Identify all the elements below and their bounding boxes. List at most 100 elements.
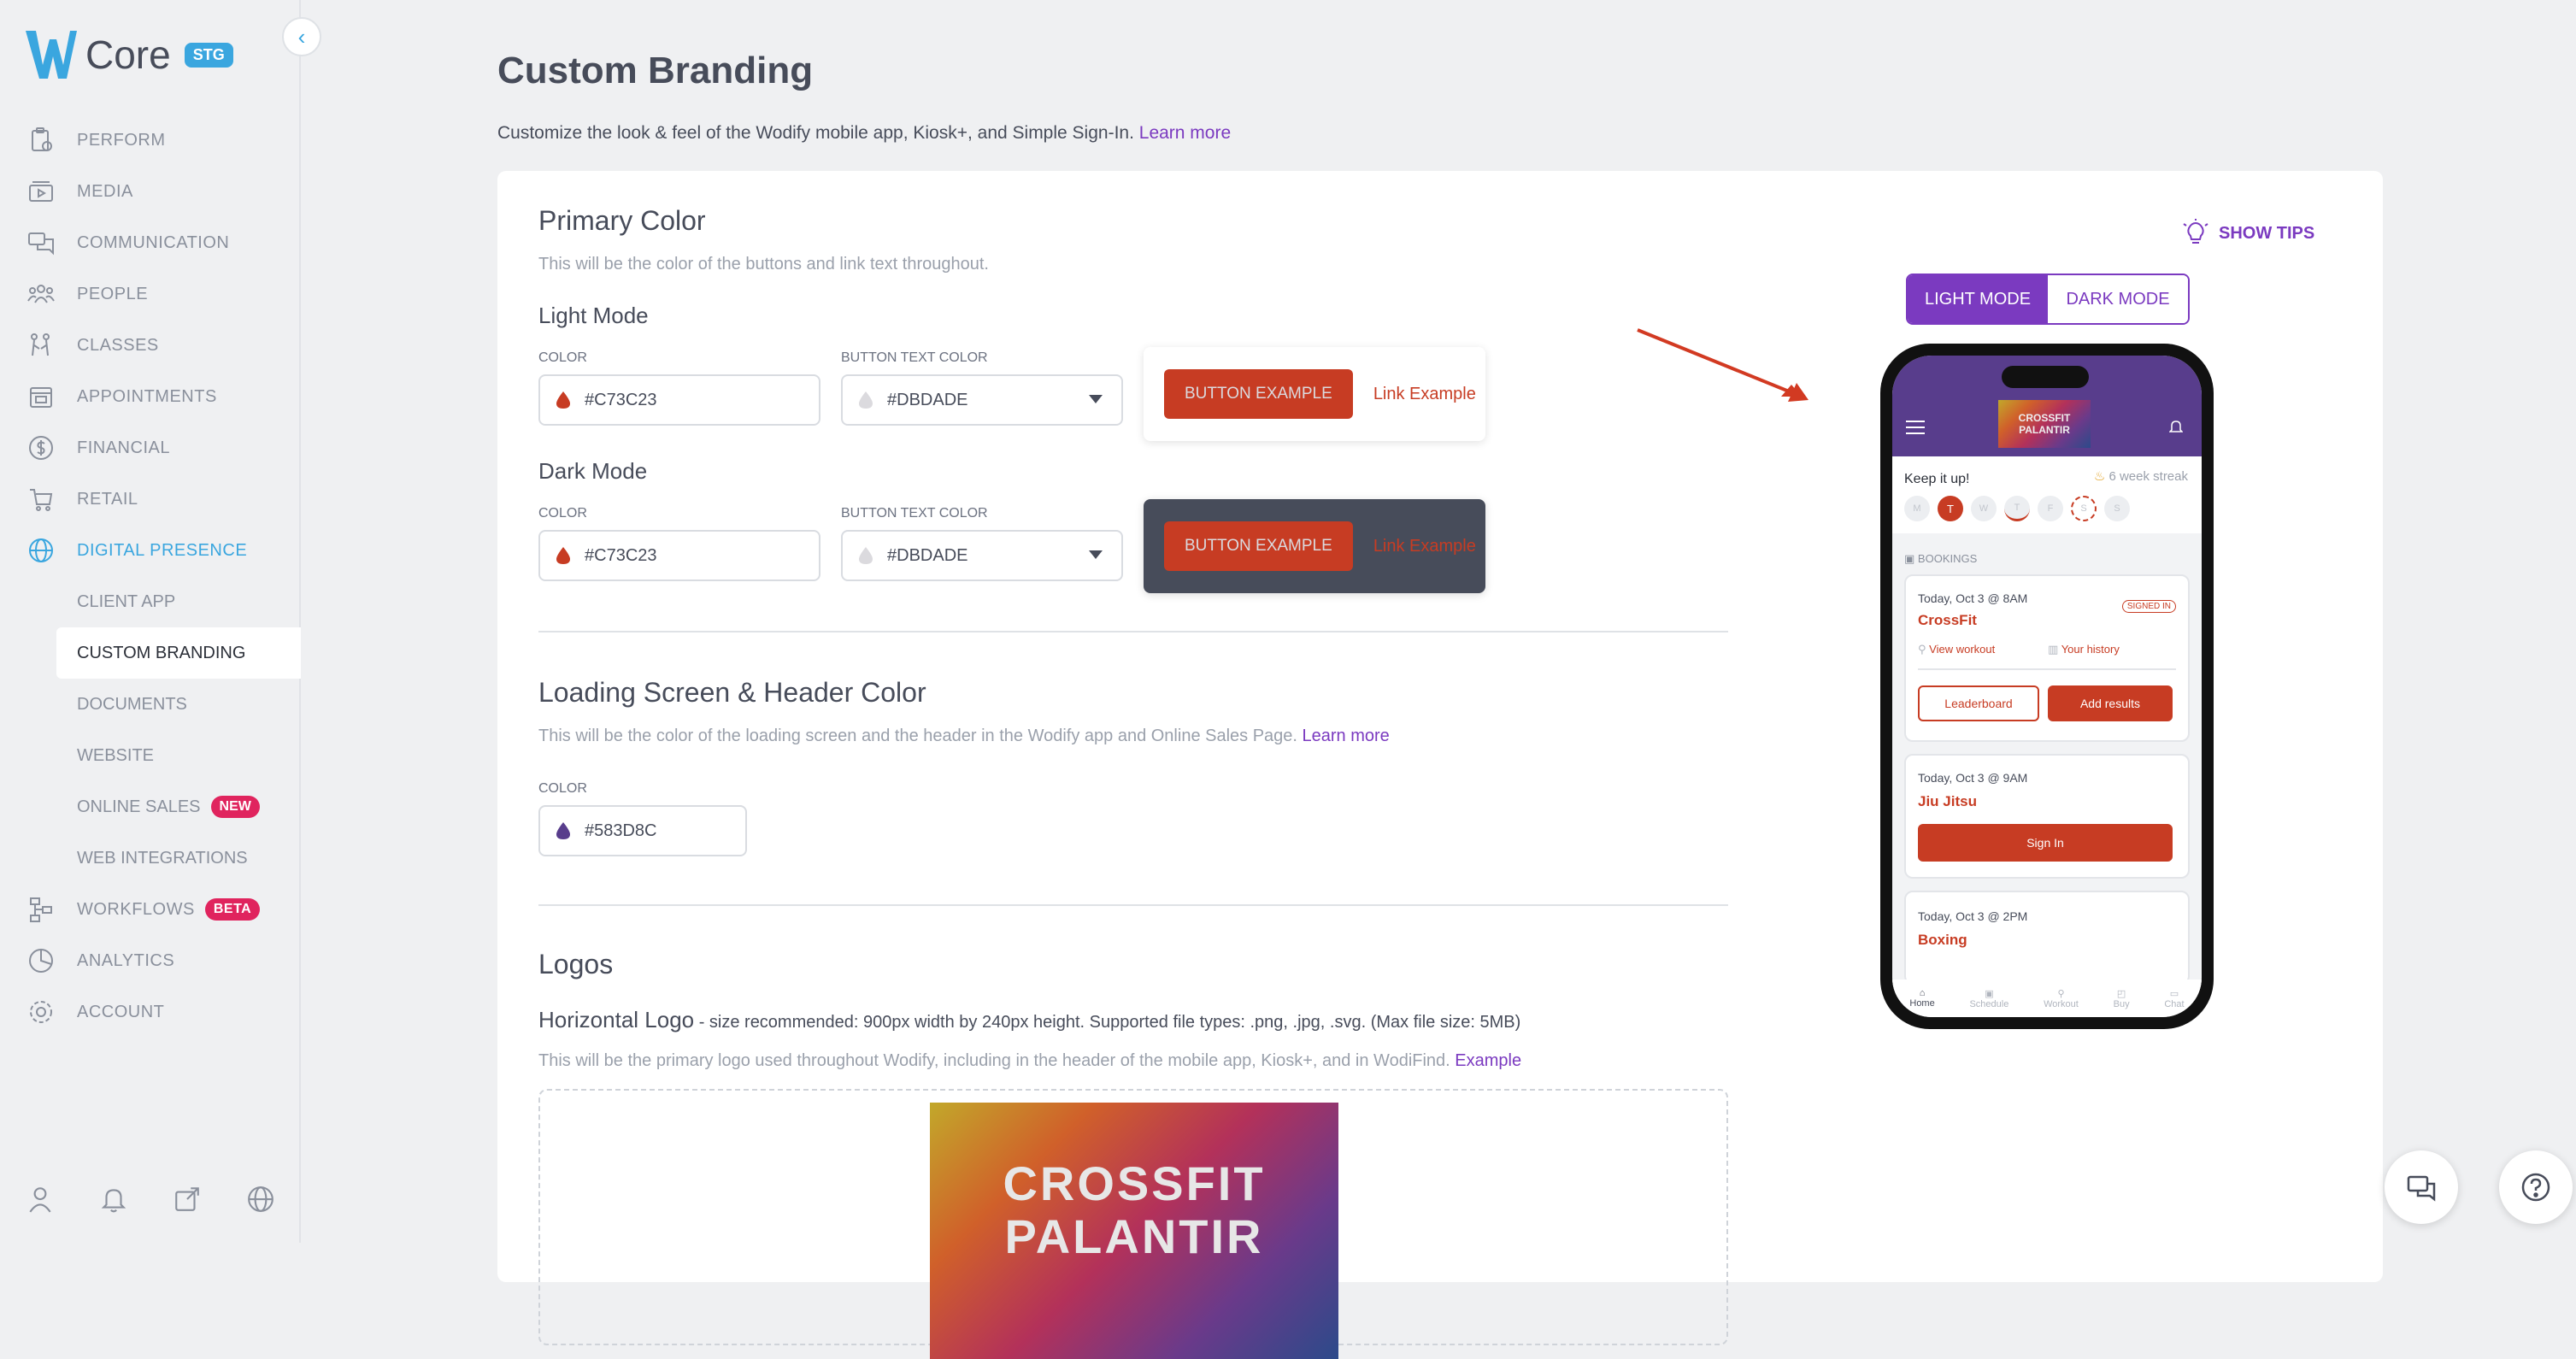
light-btn-text-select[interactable]: #DBDADE	[841, 374, 1123, 426]
chat-bubbles-icon	[27, 229, 55, 256]
logo-text-line1: CROSSFIT	[930, 1156, 1338, 1211]
tab-label: Buy	[2114, 999, 2130, 1009]
sidebar-item-classes[interactable]: CLASSES	[0, 320, 301, 371]
sidebar-subitem-documents[interactable]: DOCUMENTS	[0, 679, 301, 730]
sign-in-button[interactable]: Sign In	[1918, 824, 2173, 862]
light-mode-heading: Light Mode	[538, 303, 649, 329]
loading-learn-more-link[interactable]: Learn more	[1303, 727, 1390, 745]
link-example[interactable]: Link Example	[1373, 537, 1476, 556]
chat-bubbles-icon	[2406, 1172, 2437, 1203]
booking-card[interactable]: Today, Oct 3 @ 9AM Jiu Jitsu Sign In	[1904, 754, 2190, 879]
phone-header: CROSSFIT PALANTIR	[1892, 356, 2202, 456]
divider	[1918, 668, 2176, 670]
sidebar-item-digital-presence[interactable]: DIGITAL PRESENCE	[0, 525, 301, 576]
show-tips-label: SHOW TIPS	[2219, 224, 2314, 244]
new-badge: NEW	[211, 796, 260, 818]
mode-toggle: LIGHT MODE DARK MODE	[1906, 274, 2190, 325]
loading-color-input[interactable]: #583D8C	[538, 805, 747, 856]
sidebar-item-label: APPOINTMENTS	[77, 387, 217, 407]
external-link-icon[interactable]	[173, 1185, 202, 1214]
sidebar-subitem-label: CLIENT APP	[77, 592, 175, 612]
sidebar-item-perform[interactable]: PERFORM	[0, 115, 301, 166]
phone-screen: CROSSFIT PALANTIR Keep it up! ♨ 6 week s…	[1892, 356, 2202, 1017]
learn-more-link[interactable]: Learn more	[1139, 123, 1231, 143]
booking-time: Today, Oct 3 @ 9AM	[1918, 771, 2027, 785]
app-name: Core	[85, 32, 171, 78]
sidebar-subitem-website[interactable]: WEBSITE	[0, 730, 301, 781]
leaderboard-button[interactable]: Leaderboard	[1918, 685, 2039, 721]
booking-card[interactable]: Today, Oct 3 @ 8AM SIGNED IN CrossFit ⚲ …	[1904, 574, 2190, 742]
sidebar-item-workflows[interactable]: WORKFLOWS BETA	[0, 884, 301, 935]
tab-workout[interactable]: ⚲Workout	[2044, 980, 2079, 1017]
phone-notch	[2002, 366, 2089, 388]
chevron-left-icon: ‹	[298, 24, 306, 50]
dark-preview: BUTTON EXAMPLE Link Example	[1144, 499, 1485, 593]
dark-btn-text-value: #DBDADE	[887, 546, 967, 566]
sidebar-subitem-online-sales[interactable]: ONLINE SALES NEW	[0, 781, 301, 832]
loading-color-value: #583D8C	[585, 821, 657, 841]
dark-color-input[interactable]: #C73C23	[538, 530, 820, 581]
sidebar-item-media[interactable]: MEDIA	[0, 166, 301, 217]
button-example[interactable]: BUTTON EXAMPLE	[1164, 369, 1353, 419]
sidebar-footer	[26, 1185, 275, 1214]
light-color-input[interactable]: #C73C23	[538, 374, 820, 426]
booking-card[interactable]: Today, Oct 3 @ 2PM Boxing	[1904, 891, 2190, 985]
globe-icon[interactable]	[246, 1185, 275, 1214]
sidebar-item-financial[interactable]: FINANCIAL	[0, 422, 301, 474]
day-circle: W	[1971, 496, 1997, 521]
sidebar-subitem-web-integrations[interactable]: WEB INTEGRATIONS	[0, 832, 301, 884]
logo-dropzone[interactable]: CROSSFIT PALANTIR	[538, 1089, 1728, 1345]
light-btn-text-value: #DBDADE	[887, 391, 967, 410]
beta-badge: BETA	[205, 898, 260, 921]
help-button[interactable]	[2499, 1150, 2573, 1224]
light-color-label: COLOR	[538, 350, 587, 366]
collapse-sidebar-button[interactable]: ‹	[282, 17, 321, 56]
sidebar-item-retail[interactable]: RETAIL	[0, 474, 301, 525]
tab-schedule[interactable]: ▣Schedule	[1969, 980, 2008, 1017]
bell-icon[interactable]	[99, 1185, 128, 1214]
sidebar-subitem-label: ONLINE SALES	[77, 797, 201, 817]
tab-chat[interactable]: ▭Chat	[2164, 980, 2184, 1017]
tab-buy[interactable]: ◰Buy	[2114, 980, 2130, 1017]
feedback-button[interactable]	[2385, 1150, 2458, 1224]
add-results-button[interactable]: Add results	[2048, 685, 2173, 721]
sidebar-subitem-label: WEB INTEGRATIONS	[77, 849, 248, 868]
signed-in-badge: SIGNED IN	[2122, 600, 2176, 613]
show-tips-button[interactable]: SHOW TIPS	[2181, 219, 2314, 248]
sidebar-item-people[interactable]: PEOPLE	[0, 268, 301, 320]
button-example[interactable]: BUTTON EXAMPLE	[1164, 521, 1353, 571]
sidebar-item-account[interactable]: ACCOUNT	[0, 986, 301, 1038]
sidebar-item-label: MEDIA	[77, 182, 133, 202]
bell-icon	[2169, 419, 2183, 434]
view-workout-link[interactable]: ⚲ View workout	[1918, 643, 1995, 656]
day-circle: M	[1904, 496, 1930, 521]
sidebar-item-communication[interactable]: COMMUNICATION	[0, 217, 301, 268]
dark-btn-text-select[interactable]: #DBDADE	[841, 530, 1123, 581]
sidebar-subitem-custom-branding[interactable]: CUSTOM BRANDING	[56, 627, 301, 679]
keep-it-up: Keep it up!	[1904, 472, 1970, 487]
brand[interactable]: Core STG	[24, 27, 233, 82]
loading-color-label: COLOR	[538, 781, 587, 797]
chevron-down-icon	[1089, 550, 1103, 559]
loading-title: Loading Screen & Header Color	[538, 677, 926, 709]
light-color-value: #C73C23	[585, 391, 657, 410]
user-icon[interactable]	[26, 1185, 55, 1214]
sidebar-item-analytics[interactable]: ANALYTICS	[0, 935, 301, 986]
booking-time: Today, Oct 3 @ 8AM	[1918, 591, 2027, 605]
horizontal-logo-description: This will be the primary logo used throu…	[538, 1051, 1521, 1071]
sidebar-item-appointments[interactable]: APPOINTMENTS	[0, 371, 301, 422]
week-days: M T W T F S S	[1904, 496, 2130, 521]
clipboard-icon	[27, 126, 55, 154]
your-history-link[interactable]: ▥ Your history	[2048, 643, 2120, 656]
tab-home[interactable]: ⌂Home	[1909, 980, 1934, 1017]
tab-label: Workout	[2044, 999, 2079, 1009]
light-mode-toggle[interactable]: LIGHT MODE	[1908, 275, 2048, 323]
color-drop-icon	[858, 546, 873, 565]
sidebar-subitem-client-app[interactable]: CLIENT APP	[0, 576, 301, 627]
day-circle: S	[2071, 496, 2097, 521]
example-link[interactable]: Example	[1455, 1051, 1521, 1070]
dark-mode-toggle[interactable]: DARK MODE	[2048, 275, 2188, 323]
sidebar-item-label: PEOPLE	[77, 285, 148, 304]
link-example[interactable]: Link Example	[1373, 385, 1476, 404]
sidebar-item-label: COMMUNICATION	[77, 233, 229, 253]
